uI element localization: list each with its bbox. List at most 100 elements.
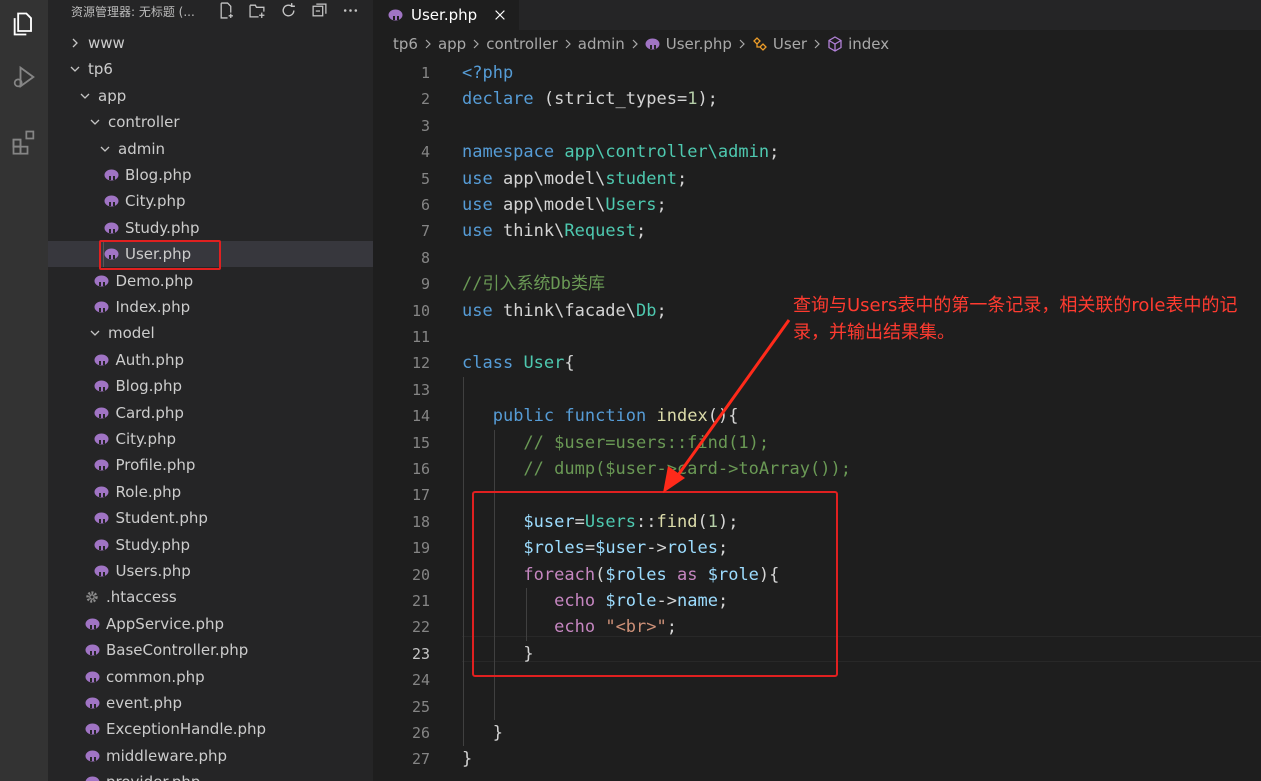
chevron-down-icon	[98, 142, 112, 156]
tree-file[interactable]: Role.php	[48, 479, 373, 505]
code-line[interactable]: use think\facade\Db;	[462, 298, 667, 324]
tree-file[interactable]: Demo.php	[48, 268, 373, 294]
more-icon[interactable]	[340, 0, 360, 20]
tree-file[interactable]: Profile.php	[48, 452, 373, 478]
tree-file[interactable]: event.php	[48, 690, 373, 716]
code-line[interactable]: // $user=users::find(1);	[462, 430, 769, 456]
tree-file[interactable]: middleware.php	[48, 743, 373, 769]
php-file-icon	[103, 193, 119, 209]
tree-file[interactable]: Users.php	[48, 558, 373, 584]
line-number: 23	[411, 644, 430, 663]
code-line[interactable]: public function index(){	[462, 403, 739, 429]
code-token: ;	[636, 221, 647, 242]
code-line[interactable]: use app\model\student;	[462, 166, 687, 192]
code-token: public	[492, 406, 555, 427]
code-line[interactable]: // dump($user->card->toArray());	[462, 456, 851, 482]
new-file-icon[interactable]	[216, 0, 236, 20]
breadcrumb-item[interactable]: controller	[486, 35, 558, 53]
line-number: 21	[411, 592, 430, 610]
tree-item-label: BaseController.php	[106, 641, 249, 660]
tree-file[interactable]: Card.php	[48, 400, 373, 426]
line-number: 19	[411, 539, 430, 558]
code-token: function	[564, 406, 647, 427]
breadcrumb-item[interactable]: index	[827, 35, 889, 53]
method-icon	[827, 36, 843, 52]
php-file-icon	[94, 484, 110, 500]
breadcrumb-item[interactable]: app	[438, 35, 466, 53]
breadcrumb-label: controller	[486, 35, 558, 53]
breadcrumb-item[interactable]: User	[752, 35, 807, 53]
php-file-icon	[84, 669, 100, 685]
line-number: 12	[411, 354, 430, 373]
tree-file[interactable]: Study.php	[48, 215, 373, 241]
run-debug-icon[interactable]	[0, 53, 48, 101]
tree-item-label: Blog.php	[125, 166, 192, 184]
code-token: User	[523, 353, 565, 374]
tree-item-label: Demo.php	[115, 271, 194, 290]
tree-folder[interactable]: www	[48, 30, 373, 56]
php-file-icon	[94, 457, 110, 473]
tree-folder[interactable]: tp6	[48, 56, 373, 82]
tree-file[interactable]: Blog.php	[48, 373, 373, 399]
tree-folder[interactable]: app	[48, 83, 373, 109]
tree-item-label: common.php	[106, 667, 205, 686]
close-tab-icon[interactable]	[491, 6, 509, 24]
annotation-note: 查询与Users表中的第一条记录，相关联的role表中的记录，并输出结果集。	[793, 295, 1238, 343]
code-line[interactable]: namespace app\controller\admin;	[462, 139, 779, 165]
tree-file[interactable]: Blog.php	[48, 162, 373, 188]
tree-file[interactable]: BaseController.php	[48, 637, 373, 663]
tree-file[interactable]: City.php	[48, 188, 373, 214]
tree-file[interactable]: ExceptionHandle.php	[48, 716, 373, 742]
php-file-icon	[94, 405, 110, 421]
breadcrumb-item[interactable]: User.php	[645, 35, 732, 53]
code-line[interactable]: }	[462, 746, 472, 772]
tree-file[interactable]: Auth.php	[48, 347, 373, 373]
new-folder-icon[interactable]	[247, 0, 267, 20]
tree-file[interactable]: Study.php	[48, 532, 373, 558]
breadcrumb-item[interactable]: tp6	[393, 35, 418, 53]
php-file-icon	[84, 721, 100, 737]
code-line[interactable]: }	[462, 720, 503, 746]
explorer-icon[interactable]	[0, 0, 48, 48]
code-line[interactable]: use app\model\Users;	[462, 192, 667, 218]
tree-folder[interactable]: model	[48, 320, 373, 346]
code-line[interactable]: use think\Request;	[462, 218, 646, 244]
chevron-right-icon	[737, 39, 747, 49]
tree-item-label: City.php	[125, 192, 186, 211]
extensions-icon[interactable]	[0, 118, 48, 166]
code-line[interactable]: declare (strict_types=1);	[462, 86, 718, 112]
tree-file[interactable]: .htaccess	[48, 584, 373, 610]
code-token: Db	[636, 300, 657, 321]
code-token: <?php	[462, 63, 514, 83]
code-token: }	[462, 749, 473, 770]
php-file-icon	[103, 220, 119, 236]
tree-file[interactable]: AppService.php	[48, 611, 373, 637]
php-file-icon	[94, 273, 110, 289]
chevron-down-icon	[88, 326, 102, 340]
tree-file[interactable]: Student.php	[48, 505, 373, 531]
line-number: 8	[420, 248, 430, 267]
line-number: 5	[420, 169, 430, 188]
code-token: think\	[492, 221, 565, 242]
php-file-icon	[94, 563, 110, 579]
code-line[interactable]: <?php	[462, 60, 513, 86]
line-number: 11	[411, 328, 430, 346]
collapse-icon[interactable]	[309, 0, 329, 20]
tree-file[interactable]: common.php	[48, 664, 373, 690]
code-token: );	[697, 89, 718, 110]
tree-item-label: app	[98, 86, 127, 105]
line-number: 4	[420, 143, 430, 162]
tree-file[interactable]: provider.php	[48, 769, 373, 781]
breadcrumb-item[interactable]: admin	[578, 35, 625, 53]
tree-file[interactable]: Index.php	[48, 294, 373, 320]
breadcrumb-label: User	[772, 35, 808, 53]
tree-folder[interactable]: admin	[48, 136, 373, 162]
code-line[interactable]: class User{	[462, 350, 575, 376]
refresh-icon[interactable]	[278, 0, 298, 20]
tree-item-label: Role.php	[115, 482, 182, 501]
tree-file[interactable]: City.php	[48, 426, 373, 452]
tree-folder[interactable]: controller	[48, 109, 373, 135]
activity-bar	[0, 0, 48, 781]
code-line[interactable]: //引入系统Db类库	[462, 271, 605, 297]
